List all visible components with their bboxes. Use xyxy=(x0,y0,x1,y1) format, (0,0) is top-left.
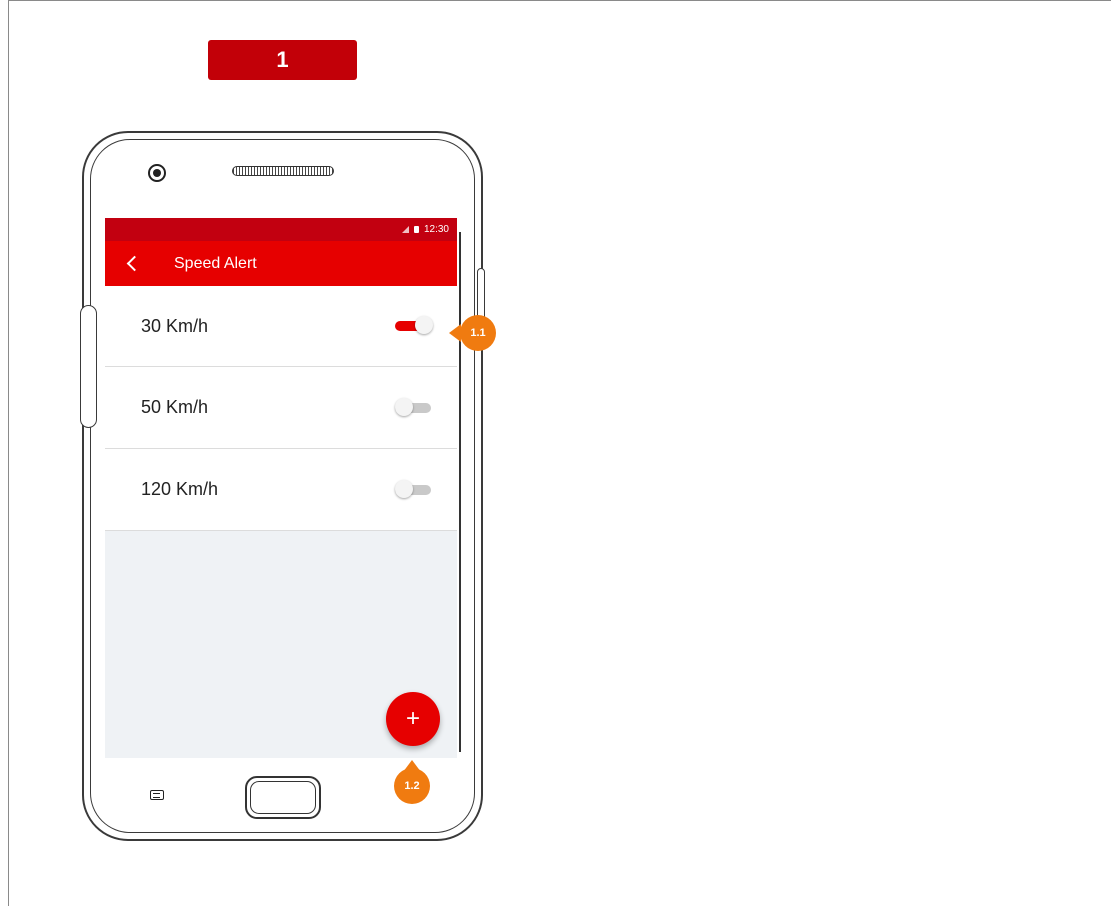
menu-key-icon[interactable] xyxy=(150,790,164,800)
annotation-marker-1-1: 1.1 xyxy=(460,315,496,351)
status-time: 12:30 xyxy=(423,224,449,235)
speed-alert-toggle-120[interactable] xyxy=(395,479,441,499)
app-screen: 12:30 Speed Alert 30 Km/h 50 Km/h 120 Km… xyxy=(105,218,457,758)
annotation-marker-1-2: 1.2 xyxy=(394,768,430,804)
add-alert-button[interactable]: + xyxy=(386,692,440,746)
home-button[interactable] xyxy=(245,776,321,819)
toggle-knob xyxy=(415,316,433,334)
speed-alert-label: 50 Km/h xyxy=(141,397,209,417)
signal-icon xyxy=(401,226,409,233)
battery-icon xyxy=(413,226,419,233)
phone-volume-button xyxy=(80,305,97,428)
step-number-badge: 1 xyxy=(208,40,357,80)
speed-alert-list: 30 Km/h 50 Km/h 120 Km/h xyxy=(105,286,457,531)
speed-alert-toggle-30[interactable] xyxy=(395,316,441,335)
speed-alert-row-50[interactable]: 50 Km/h xyxy=(105,367,457,449)
plus-icon: + xyxy=(405,705,420,732)
speaker-grille xyxy=(232,166,334,176)
speed-alert-toggle-50[interactable] xyxy=(395,397,441,417)
back-chevron-icon[interactable] xyxy=(126,255,143,272)
speed-alert-row-30[interactable]: 30 Km/h xyxy=(105,286,457,367)
status-bar: 12:30 xyxy=(105,218,457,241)
speed-alert-label: 30 Km/h xyxy=(141,315,209,336)
toggle-knob xyxy=(395,479,413,498)
speed-alert-row-120[interactable]: 120 Km/h xyxy=(105,449,457,531)
camera-icon xyxy=(148,164,166,182)
app-bar: Speed Alert xyxy=(105,241,457,286)
speed-alert-label: 120 Km/h xyxy=(141,479,219,499)
page-title: Speed Alert xyxy=(174,254,257,272)
toggle-knob xyxy=(395,397,413,416)
